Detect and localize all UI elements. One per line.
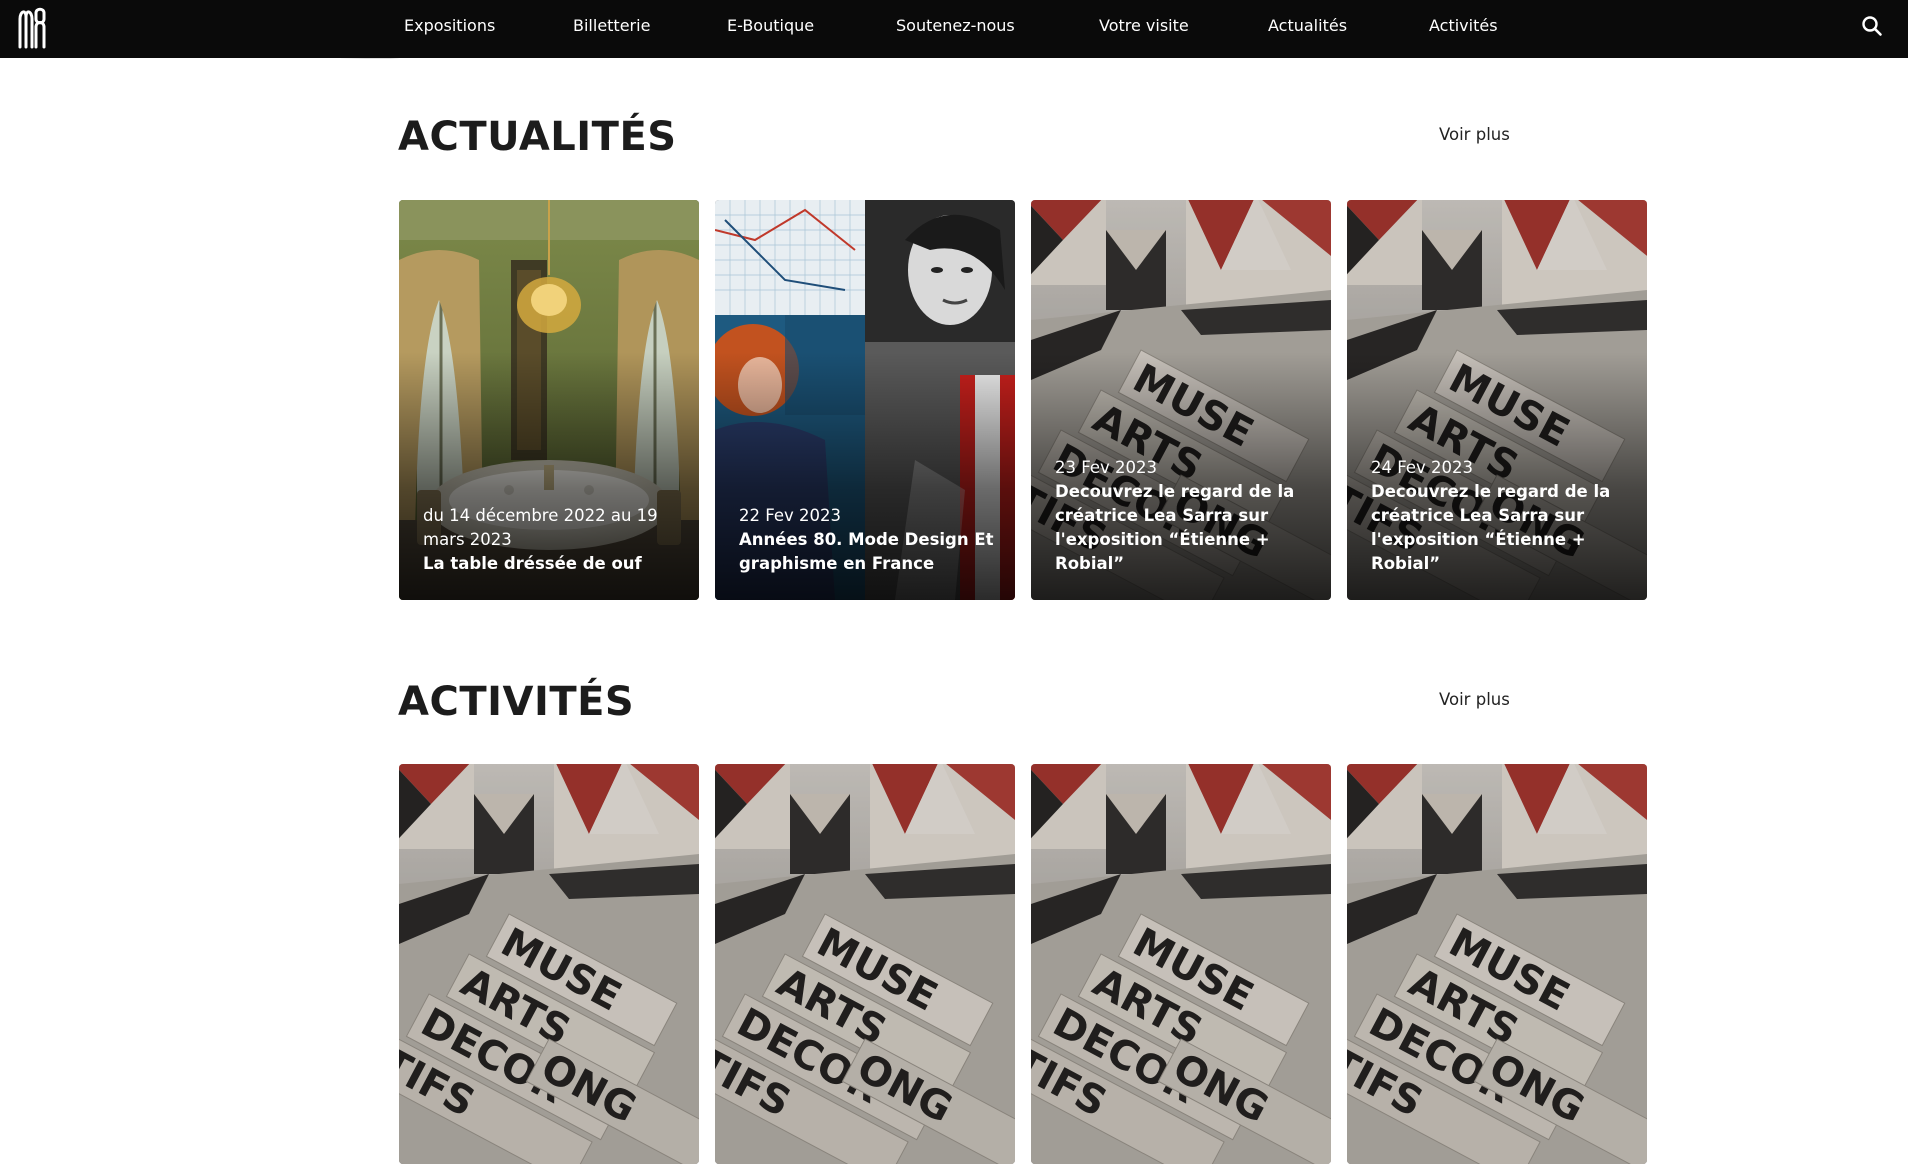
card-title: Années 80. Mode Design Et graphisme en F… xyxy=(739,530,994,573)
activites-voir-plus-link[interactable]: Voir plus xyxy=(1439,690,1510,709)
nav-item-votre-visite[interactable]: Votre visite xyxy=(1099,16,1189,35)
card-title: Decouvrez le regard de la créatrice Lea … xyxy=(1055,482,1295,573)
nav-item-e-boutique[interactable]: E-Boutique xyxy=(727,16,814,35)
letter-blocks-photo xyxy=(715,764,1015,1164)
letter-blocks-photo xyxy=(399,764,699,1164)
search-icon[interactable] xyxy=(1861,15,1883,37)
card-date: 22 Fev 2023 xyxy=(739,506,841,525)
news-card[interactable]: 22 Fev 2023 Années 80. Mode Design Et gr… xyxy=(715,200,1015,600)
top-navigation-bar: Expositions Billetterie E-Boutique Soute… xyxy=(0,0,1908,59)
nav-item-activites[interactable]: Activités xyxy=(1429,16,1498,35)
card-date: du 14 décembre 2022 au 19 mars 2023 xyxy=(423,506,658,549)
letter-blocks-photo xyxy=(1031,764,1331,1164)
actualites-voir-plus-link[interactable]: Voir plus xyxy=(1439,125,1510,144)
nav-item-billetterie[interactable]: Billetterie xyxy=(573,16,650,35)
card-date: 23 Fev 2023 xyxy=(1055,458,1157,477)
activity-card[interactable] xyxy=(399,764,699,1164)
nav-item-soutenez-nous[interactable]: Soutenez-nous xyxy=(896,16,1015,35)
card-caption: 24 Fev 2023 Decouvrez le regard de la cr… xyxy=(1371,456,1629,576)
news-card[interactable]: du 14 décembre 2022 au 19 mars 2023 La t… xyxy=(399,200,699,600)
activity-card[interactable] xyxy=(1031,764,1331,1164)
card-caption: 22 Fev 2023 Années 80. Mode Design Et gr… xyxy=(739,504,997,576)
news-card[interactable]: 23 Fev 2023 Decouvrez le regard de la cr… xyxy=(1031,200,1331,600)
card-caption: 23 Fev 2023 Decouvrez le regard de la cr… xyxy=(1055,456,1313,576)
nav-item-actualites[interactable]: Actualités xyxy=(1268,16,1347,35)
card-title: La table dréssée de ouf xyxy=(423,554,642,573)
letter-blocks-photo xyxy=(1347,764,1647,1164)
actualites-heading: ACTUALITÉS xyxy=(398,114,677,160)
card-date: 24 Fev 2023 xyxy=(1371,458,1473,477)
nav-item-expositions[interactable]: Expositions xyxy=(404,16,495,35)
main-navigation: Expositions Billetterie E-Boutique Soute… xyxy=(0,0,1908,54)
activites-heading: ACTIVITÉS xyxy=(398,679,635,725)
activity-card[interactable] xyxy=(1347,764,1647,1164)
news-card[interactable]: 24 Fev 2023 Decouvrez le regard de la cr… xyxy=(1347,200,1647,600)
card-caption: du 14 décembre 2022 au 19 mars 2023 La t… xyxy=(423,504,681,576)
activity-card[interactable] xyxy=(715,764,1015,1164)
card-title: Decouvrez le regard de la créatrice Lea … xyxy=(1371,482,1611,573)
